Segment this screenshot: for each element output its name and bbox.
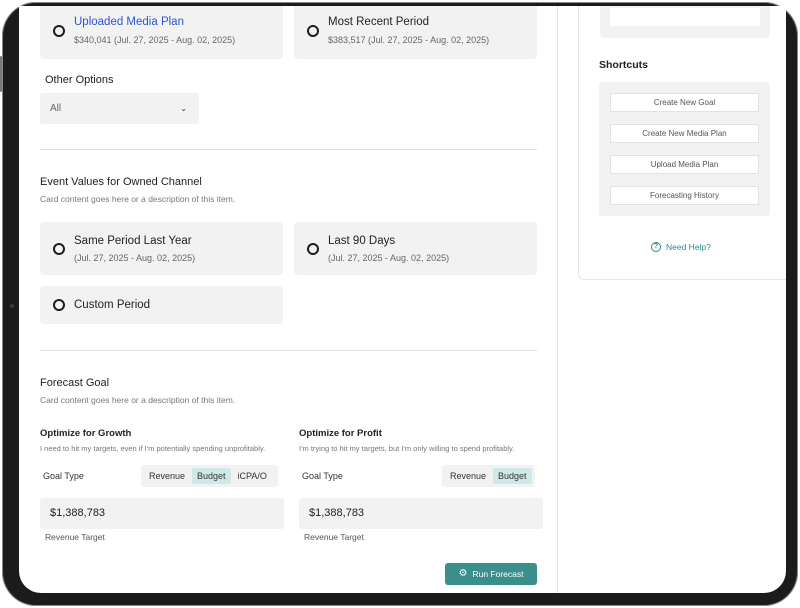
shortcuts-panel: Create New Goal Create New Media Plan Up… [599,82,770,216]
option-title: Last 90 Days [328,235,396,247]
growth-description: I need to hit my targets, even if I'm po… [40,444,266,453]
segment-revenue[interactable]: Revenue [144,468,190,484]
other-options-label: Other Options [45,74,114,86]
divider [40,350,537,351]
owned-option-last-90-days[interactable]: Last 90 Days (Jul. 27, 2025 - Aug. 02, 2… [294,222,537,275]
select-value: All [50,103,62,114]
goal-type-segmented-control: Revenue Budget [442,465,535,487]
revenue-target-label: Revenue Target [45,532,105,542]
revenue-target-value: $1,388,783 [309,507,365,519]
revenue-target-label: Revenue Target [304,532,364,542]
revenue-target-input[interactable]: $1,388,783 [40,498,284,529]
column-divider [557,6,558,593]
option-title: Custom Period [74,299,151,311]
other-options-select[interactable]: All ⌄ [40,93,199,124]
shortcuts-title: Shortcuts [599,59,649,71]
chevron-down-icon: ⌄ [180,104,187,113]
run-forecast-label: Run Forecast [472,569,524,579]
run-forecast-button[interactable]: ⚙ Run Forecast [445,563,537,585]
option-subtitle: (Jul. 27, 2025 - Aug. 02, 2025) [328,253,450,263]
revenue-target-input[interactable]: $1,388,783 [299,498,543,529]
owned-option-custom-period[interactable]: Custom Period [40,286,283,324]
sidebar-top-button[interactable] [610,8,760,26]
period-title: Uploaded Media Plan [74,16,184,28]
divider [40,149,537,150]
question-circle-icon: ? [651,242,661,252]
option-subtitle: (Jul. 27, 2025 - Aug. 02, 2025) [74,253,196,263]
radio-icon[interactable] [53,299,65,311]
owned-option-same-period[interactable]: Same Period Last Year (Jul. 27, 2025 - A… [40,222,283,275]
profit-title: Optimize for Profit [299,428,382,439]
period-card-uploaded[interactable]: Uploaded Media Plan $340,041 (Jul. 27, 2… [40,6,283,59]
need-help-link[interactable]: ? Need Help? [651,242,711,252]
profit-description: I'm trying to hit my targets, but I'm on… [299,444,515,453]
shortcut-create-new-goal[interactable]: Create New Goal [610,93,759,112]
radio-icon[interactable] [307,25,319,37]
section-title-owned-channel: Event Values for Owned Channel [40,176,202,188]
need-help-label: Need Help? [666,242,711,252]
option-title: Same Period Last Year [74,235,192,247]
goal-type-label: Goal Type [302,471,343,481]
device-side-button [0,56,2,92]
goal-type-segmented-control: Revenue Budget iCPA/O [141,465,278,487]
tablet-frame: Uploaded Media Plan $340,041 (Jul. 27, 2… [2,2,798,606]
revenue-target-value: $1,388,783 [50,507,106,519]
shortcut-forecasting-history[interactable]: Forecasting History [610,186,759,205]
growth-title: Optimize for Growth [40,428,132,439]
goal-type-label: Goal Type [43,471,84,481]
section-description: Card content goes here or a description … [40,395,236,405]
sidebar-top-panel [600,6,770,38]
period-card-recent[interactable]: Most Recent Period $383,517 (Jul. 27, 20… [294,6,537,59]
screen: Uploaded Media Plan $340,041 (Jul. 27, 2… [19,6,786,593]
section-description: Card content goes here or a description … [40,194,236,204]
gear-icon: ⚙ [458,568,468,579]
period-subtitle: $340,041 (Jul. 27, 2025 - Aug. 02, 2025) [74,35,236,45]
segment-budget[interactable]: Budget [192,468,231,484]
period-title: Most Recent Period [328,16,429,28]
section-title-forecast-goal: Forecast Goal [40,377,110,389]
camera-sensor [10,304,14,308]
segment-icpao[interactable]: iCPA/O [233,468,272,484]
shortcut-create-new-media-plan[interactable]: Create New Media Plan [610,124,759,143]
radio-icon[interactable] [53,243,65,255]
segment-revenue[interactable]: Revenue [445,468,491,484]
radio-icon[interactable] [307,243,319,255]
shortcut-upload-media-plan[interactable]: Upload Media Plan [610,155,759,174]
segment-budget[interactable]: Budget [493,468,532,484]
period-subtitle: $383,517 (Jul. 27, 2025 - Aug. 02, 2025) [328,35,490,45]
main-content: Uploaded Media Plan $340,041 (Jul. 27, 2… [19,6,557,593]
radio-icon[interactable] [53,25,65,37]
